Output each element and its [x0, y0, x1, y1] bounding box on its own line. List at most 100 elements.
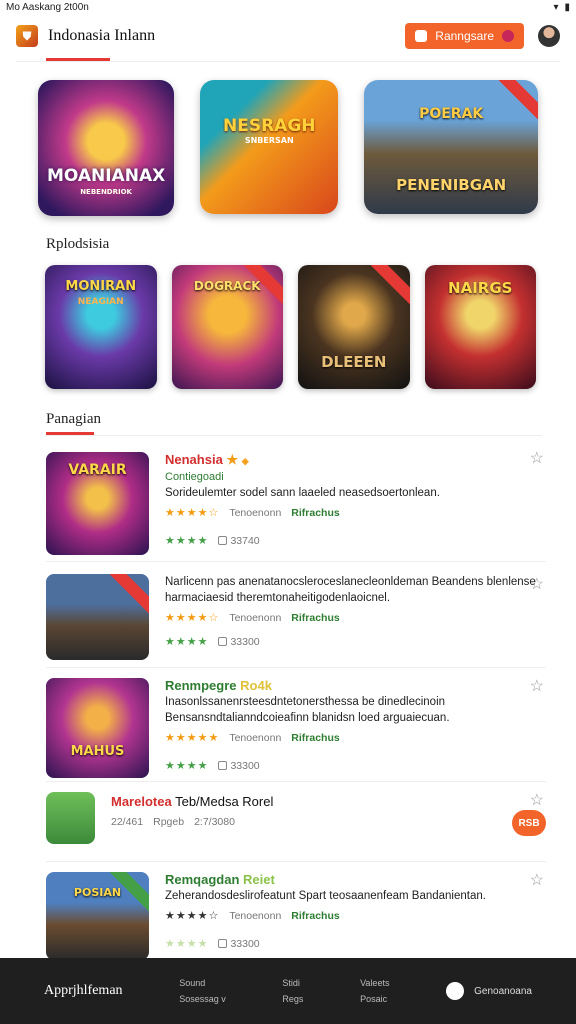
meta-value: Rpgeb	[153, 816, 185, 828]
app-header: ⛊ Indonasia Inlann Ranngsare	[0, 14, 576, 58]
list-item-title: Remqagdan Reiet	[165, 872, 546, 888]
thumb-title: MAHUS	[70, 744, 125, 759]
status-icons: ▾ ▮	[553, 2, 570, 13]
tag-label: Rifrachus	[291, 612, 340, 624]
grid-card-title: DOGRACK	[193, 279, 261, 293]
featured-card-title: NESRAGH	[222, 116, 316, 136]
section-title: Panagian	[46, 411, 101, 427]
list-item-thumbnail[interactable]: POSIAN	[46, 872, 149, 960]
list-item-title-suffix: Teb/Medsa Rorel	[175, 794, 274, 809]
count-value: 33300	[230, 636, 260, 648]
footer-link[interactable]: Valeets	[360, 975, 389, 991]
rating-stars: ★★★★☆	[165, 507, 220, 519]
list-item-info: Nenahsia ★ ◈ Contiegoadi Sorideulemter s…	[165, 452, 546, 561]
rating-stars-secondary: ★★★★	[165, 636, 209, 648]
list-item-title-suffix: Reiet	[243, 872, 275, 887]
thumb-title: POSIAN	[73, 886, 122, 899]
list-item[interactable]: MAHUS Renmpegre Ro4k Inasonlssanenrstees…	[46, 668, 546, 782]
favorite-star-icon[interactable]: ☆	[530, 870, 544, 890]
list-item-title: Nenahsia ★ ◈	[165, 452, 546, 469]
grid-card-title: MONIRAN	[65, 279, 137, 294]
grid-card-subtitle: NEAGIAN	[77, 297, 124, 307]
list-item[interactable]: Narlicenn pas anenatanocsleroceslanecleo…	[46, 562, 546, 668]
footer-link[interactable]: Stidi	[282, 975, 303, 991]
list-item-title-text: Marelotea	[111, 794, 172, 809]
action-fab-button[interactable]: RSB	[512, 810, 546, 836]
list-item-description: Zeherandosdeslirofeatunt Spart teosaanen…	[165, 890, 486, 902]
list-item-description: Sorideulemter sodel sann laaeled neaseds…	[165, 487, 440, 499]
featured-card[interactable]: PENENIBGAN POERAK	[364, 80, 538, 214]
featured-card-subtitle: SNBERSAN	[244, 136, 294, 145]
grid-card[interactable]: DLEEEN	[298, 265, 410, 389]
rating-stars: ★★★★☆	[165, 910, 220, 922]
rank-label: Tenoenonn	[229, 612, 282, 624]
featured-row: MOANIANAX NEBENDRIOK NESRAGH SNBERSAN PE…	[0, 62, 576, 216]
footer-action[interactable]: Genoanoana	[446, 982, 532, 1000]
comment-icon	[218, 939, 228, 948]
featured-card-title: PENENIBGAN	[396, 176, 507, 194]
list-item-thumbnail[interactable]	[46, 574, 149, 660]
featured-card[interactable]: NESRAGH SNBERSAN	[200, 80, 339, 214]
rating-stars-secondary: ★★★★	[165, 535, 209, 547]
list-item-thumbnail[interactable]	[46, 792, 95, 844]
list-item-title-text: Renmpegre	[165, 678, 237, 693]
header-action-button[interactable]: Ranngsare	[405, 23, 524, 49]
list-item-info: Remqagdan Reiet Zeherandosdeslirofeatunt…	[165, 872, 546, 962]
count-label: 33740	[218, 533, 260, 549]
count-value: 33300	[230, 938, 260, 950]
brand[interactable]: ⛊ Indonasia Inlann	[16, 25, 155, 47]
footer-column: Sound Sosessag v	[179, 975, 226, 1007]
list-item[interactable]: VARAIR Nenahsia ★ ◈ Contiegoadi Sorideul…	[46, 448, 546, 562]
list-item-meta: ★★★★☆ Tenoenonn Rifrachus	[165, 908, 546, 924]
avatar[interactable]	[538, 25, 560, 47]
featured-card[interactable]: MOANIANAX NEBENDRIOK	[38, 80, 175, 216]
favorite-star-icon[interactable]: ☆	[530, 448, 544, 468]
favorite-star-icon[interactable]: ☆	[530, 790, 544, 810]
grid-card[interactable]: MONIRAN NEAGIAN	[45, 265, 157, 389]
list-item-title: Renmpegre Ro4k	[165, 678, 546, 694]
favorite-star-icon[interactable]: ☆	[530, 676, 544, 696]
location-pin-icon	[446, 982, 465, 1000]
list-item-meta: ★★★★☆ Tenoenonn Rifrachus	[165, 505, 546, 521]
list-item[interactable]: Marelotea Teb/Medsa Rorel 22/461 Rpgeb 2…	[46, 782, 546, 862]
app-title: Indonasia Inlann	[48, 27, 156, 44]
thumb-title: VARAIR	[68, 462, 127, 478]
rating-stars: ★★★★★	[165, 732, 220, 744]
list-item-meta: ★★★★ 33300	[165, 758, 546, 774]
wifi-icon: ▾	[553, 1, 559, 13]
list-item-thumbnail[interactable]: VARAIR	[46, 452, 149, 555]
list-item-info: Narlicenn pas anenatanocsleroceslanecleo…	[165, 574, 546, 667]
footer-link[interactable]: Sound	[179, 975, 226, 991]
footer-link[interactable]: Posaic	[360, 991, 389, 1007]
rank-label: Tenoenonn	[229, 910, 282, 922]
rank-label: Tenoenonn	[229, 732, 282, 744]
rank-label: Tenoenonn	[229, 507, 282, 519]
featured-card-subtitle: POERAK	[419, 106, 484, 122]
tag-label: Rifrachus	[291, 732, 340, 744]
list-item-description: Inasonlssanenrsteesdntetonersthessa be d…	[165, 696, 450, 724]
rating-stars-secondary: ★★★★	[165, 938, 209, 950]
footer-brand[interactable]: Apprjhlfeman	[44, 983, 123, 999]
grid-card[interactable]: NAIRGS	[424, 265, 536, 389]
footer-link[interactable]: Regs	[282, 991, 303, 1007]
list-item-thumbnail[interactable]: MAHUS	[46, 678, 149, 778]
grid-card[interactable]: DOGRACK	[171, 265, 283, 389]
grid-card-title: NAIRGS	[448, 279, 513, 297]
list-item[interactable]: POSIAN Remqagdan Reiet Zeherandosdesliro…	[46, 862, 546, 962]
list-item-meta: ★★★★ 33740	[165, 533, 546, 549]
list-item-info: Marelotea Teb/Medsa Rorel 22/461 Rpgeb 2…	[111, 792, 546, 861]
tag-label: Rifrachus	[291, 910, 340, 922]
footer-column: Stidi Regs	[282, 975, 303, 1007]
count-label: 33300	[218, 758, 260, 774]
list-item-info: Renmpegre Ro4k Inasonlssanenrsteesdnteto…	[165, 678, 546, 781]
footer-link[interactable]: Sosessag v	[179, 991, 226, 1007]
featured-card-subtitle: NEBENDRIOK	[80, 188, 132, 196]
list-item-meta: ★★★★★ Tenoenonn Rifrachus	[165, 730, 546, 746]
shield-logo-icon: ⛊	[16, 25, 38, 47]
favorite-star-icon[interactable]: ☆	[530, 574, 544, 594]
meta-value: 22/461	[111, 816, 144, 828]
footer-column: Valeets Posaic	[360, 975, 389, 1007]
comment-icon	[218, 637, 228, 646]
status-text: Mo Aaskang 2t00n	[6, 1, 89, 13]
list-item-subtitle: Contiegoadi	[165, 471, 224, 483]
